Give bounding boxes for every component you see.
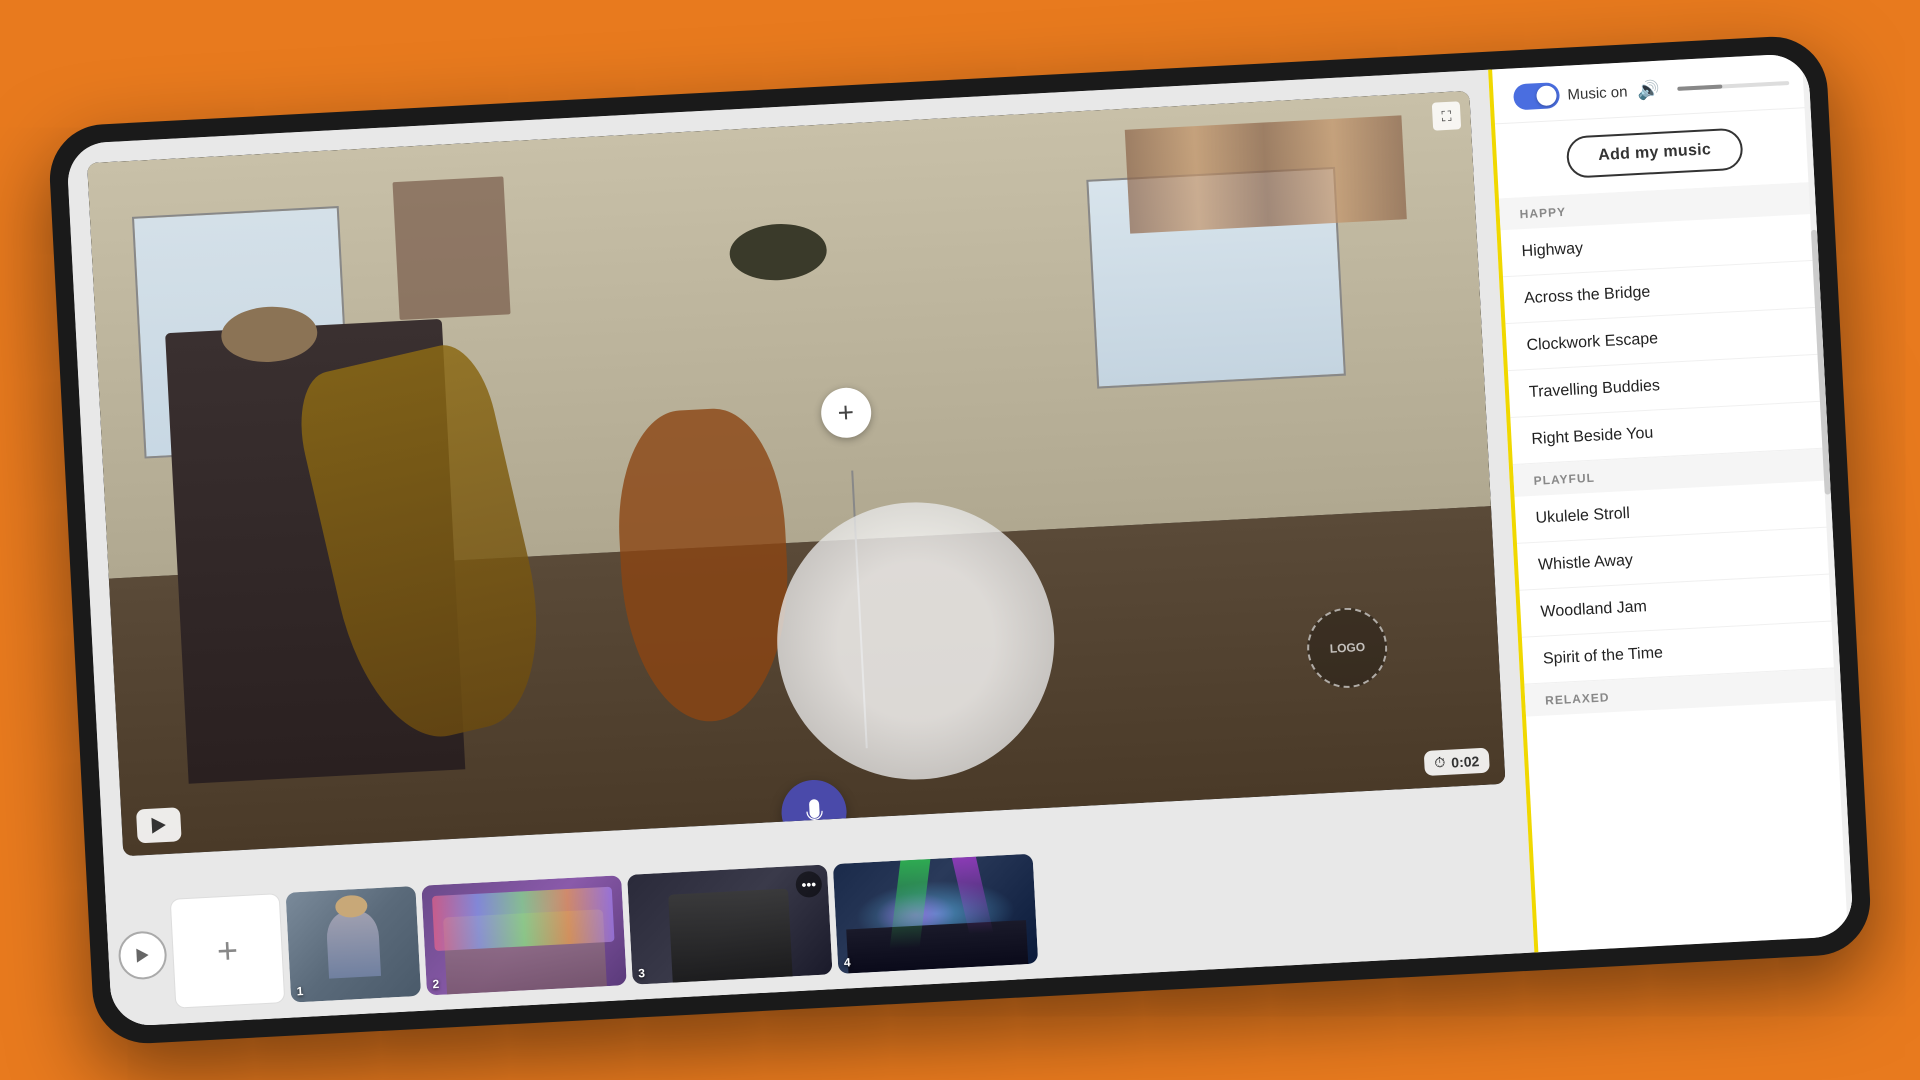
main-area: ⛶ LOGO + [66, 70, 1534, 1027]
timer-value: 0:02 [1451, 753, 1480, 770]
music-toggle-wrapper: Music on [1513, 78, 1628, 110]
add-clip-strip-button[interactable]: + [170, 893, 286, 1009]
thumbnail-3-number: 3 [638, 966, 645, 980]
thumbnail-1-bg [286, 886, 422, 1003]
thumbnail-2-number: 2 [432, 977, 439, 991]
volume-slider[interactable] [1678, 81, 1790, 91]
music-list[interactable]: HAPPY Highway Across the Bridge Clockwor… [1499, 182, 1854, 953]
video-preview: ⛶ LOGO + [87, 91, 1505, 856]
volume-fill [1678, 84, 1723, 90]
music-toggle[interactable] [1513, 82, 1560, 110]
device-wrapper: ⛶ LOGO + [50, 50, 1870, 1030]
device-frame: ⛶ LOGO + [47, 34, 1873, 1046]
thumbnail-2[interactable]: 2 [421, 875, 626, 995]
thumbnail-4-number: 4 [844, 955, 851, 969]
strip-play-icon [136, 948, 149, 963]
volume-icon: 🔊 [1637, 79, 1660, 101]
thumbnail-2-bg [421, 875, 626, 995]
toggle-knob [1536, 85, 1557, 106]
logo-text: LOGO [1329, 640, 1365, 656]
expand-button[interactable]: ⛶ [1432, 101, 1461, 130]
expand-icon: ⛶ [1441, 107, 1452, 124]
thumbnail-3[interactable]: ••• 3 [627, 864, 832, 984]
thumbnail-4[interactable]: 4 [833, 854, 1038, 974]
device-screen: ⛶ LOGO + [66, 53, 1854, 1027]
play-icon [151, 817, 166, 834]
music-on-label: Music on [1567, 83, 1628, 103]
add-music-button[interactable]: Add my music [1565, 128, 1744, 179]
add-icon: + [216, 929, 239, 972]
strip-play-button[interactable] [117, 930, 167, 980]
thumbnail-4-bg [833, 854, 1038, 974]
plus-icon: + [837, 398, 855, 427]
wall-decoration-1 [393, 176, 511, 320]
more-icon: ••• [801, 877, 816, 892]
wall-decoration-2 [1125, 115, 1407, 233]
thumbnail-1[interactable]: 1 [286, 886, 422, 1003]
microphone-icon [798, 797, 830, 829]
play-button-overlay[interactable] [136, 807, 182, 843]
timer-icon: ⏱ [1434, 754, 1446, 772]
thumbnail-1-number: 1 [296, 984, 303, 998]
video-background: ⛶ LOGO + [87, 91, 1505, 856]
timer-badge: ⏱ 0:02 [1424, 748, 1490, 776]
music-panel: Music on 🔊 Add my music HAPPY Highway [1488, 53, 1854, 953]
